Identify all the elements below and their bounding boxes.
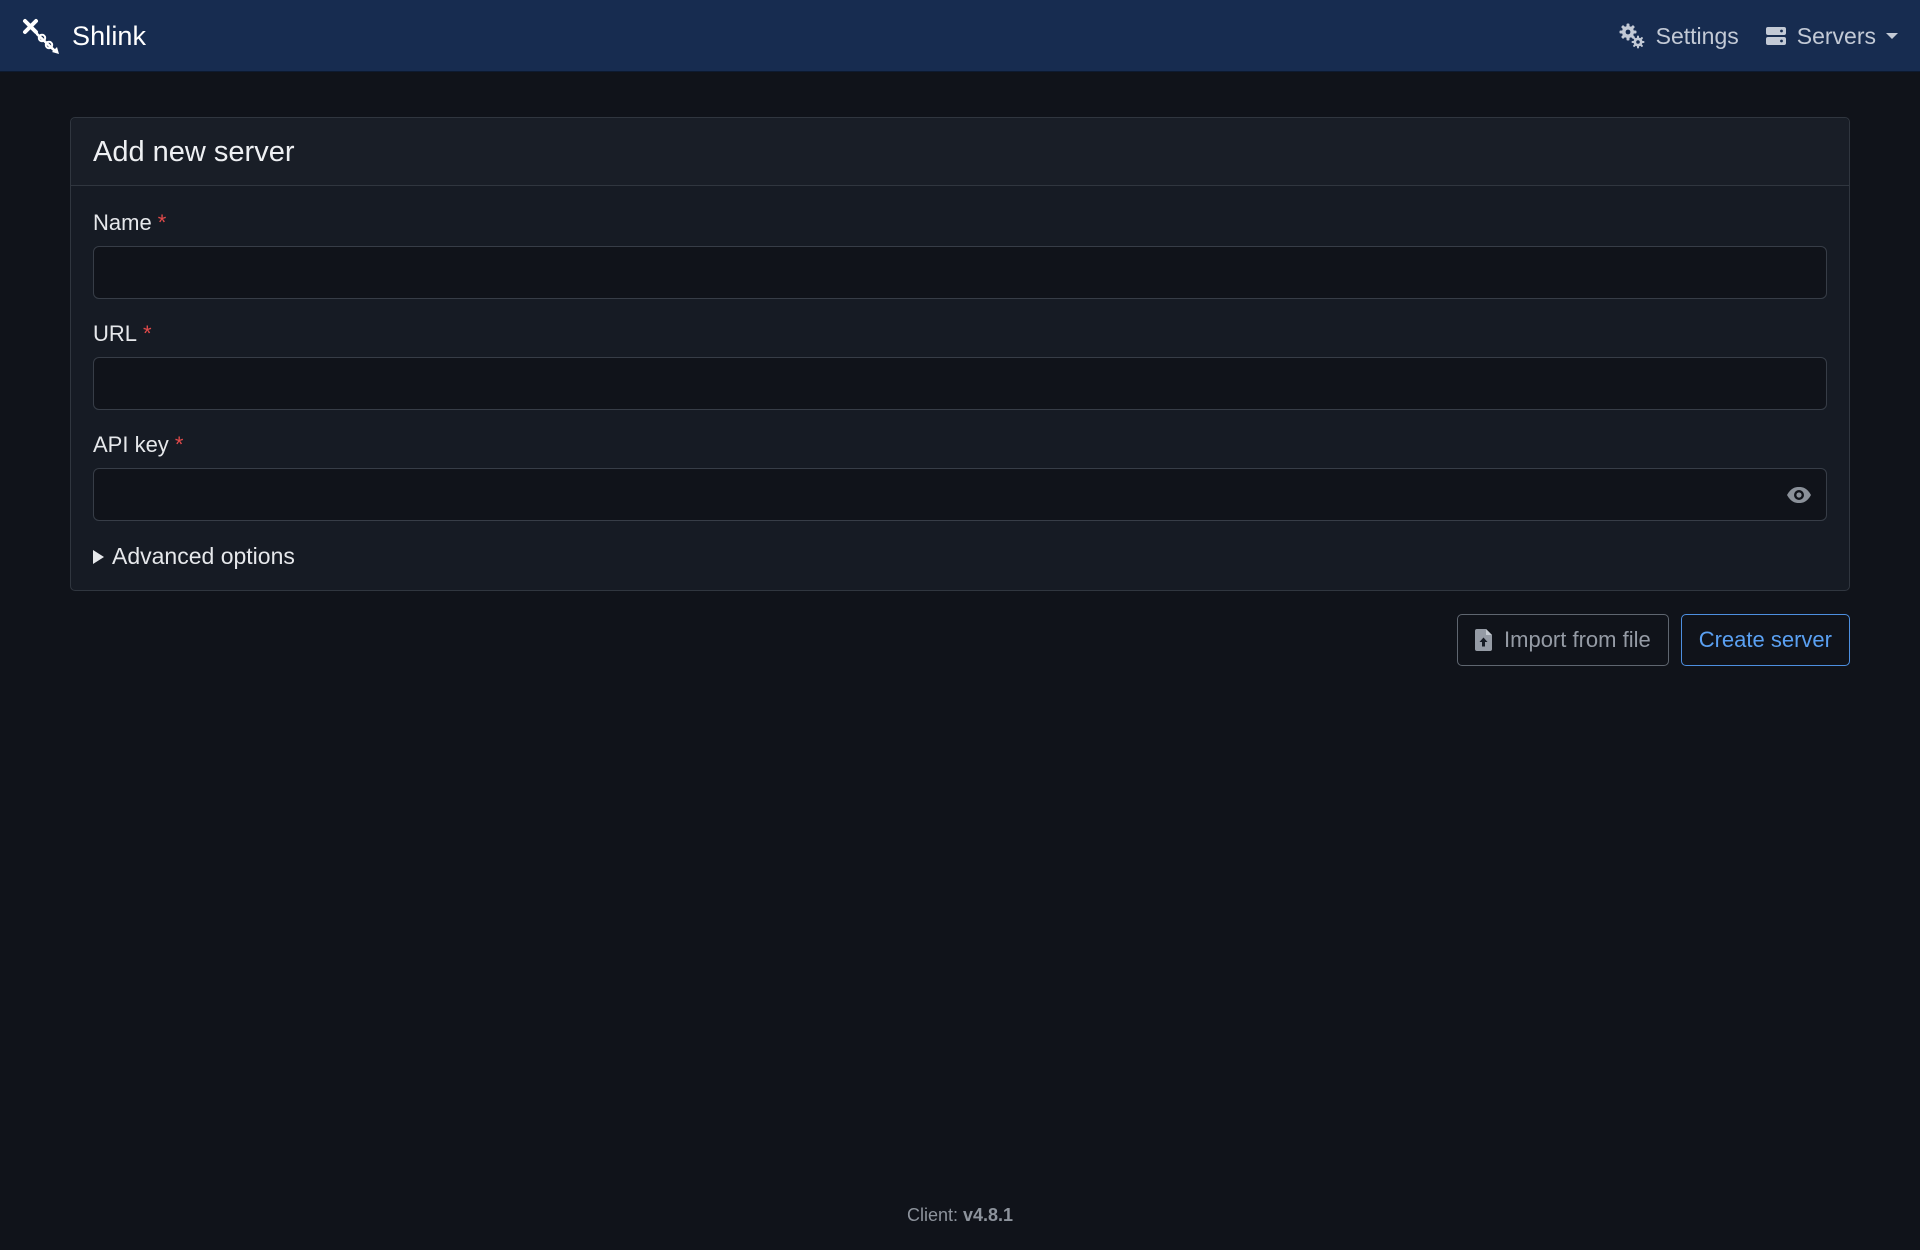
import-from-file-button[interactable]: Import from file [1457, 614, 1669, 666]
url-input[interactable] [93, 357, 1827, 410]
file-upload-icon [1475, 629, 1493, 651]
eye-icon [1787, 487, 1811, 503]
brand-name: Shlink [72, 20, 147, 51]
footer: Client: v4.8.1 [0, 1205, 1920, 1226]
required-marker: * [143, 321, 152, 346]
url-label-text: URL [93, 321, 138, 346]
servers-dropdown[interactable]: Servers [1765, 23, 1898, 50]
create-server-label: Create server [1698, 627, 1832, 652]
servers-label: Servers [1796, 22, 1876, 49]
settings-link[interactable]: Settings [1618, 22, 1739, 50]
toggle-visibility-button[interactable] [1785, 481, 1813, 509]
api-key-input-wrap [93, 468, 1827, 521]
navbar-menu: Settings Servers [1618, 18, 1898, 54]
advanced-options-toggle[interactable]: Advanced options [93, 543, 295, 570]
client-version: v4.8.1 [963, 1205, 1014, 1225]
form-actions: Import from file Create server [1457, 614, 1850, 666]
name-input-wrap [93, 246, 1827, 299]
triangle-right-icon [93, 549, 104, 564]
advanced-options-label: Advanced options [112, 543, 295, 569]
required-marker: * [174, 432, 184, 457]
required-marker: * [157, 210, 167, 235]
api-key-label-text: API key [93, 432, 169, 457]
server-icon [1765, 27, 1786, 45]
brand-link[interactable]: Shlink [22, 16, 146, 56]
name-label-text: Name [93, 210, 152, 235]
create-server-button[interactable]: Create server [1680, 614, 1850, 666]
top-navbar: Shlink Settings Servers [0, 0, 1920, 72]
page-title: Add new server [93, 136, 295, 168]
name-field-group: Name * [93, 210, 1827, 299]
gears-icon [1619, 23, 1645, 49]
settings-label: Settings [1655, 22, 1739, 49]
add-server-card: Add new server Name * URL * API key * Ad… [70, 117, 1850, 591]
shlink-logo-icon [23, 19, 59, 54]
api-key-field-group: API key * [93, 432, 1827, 521]
caret-down-icon [1886, 33, 1898, 39]
client-version-prefix: Client: [906, 1205, 958, 1225]
card-body: Name * URL * API key * Advanced options [71, 186, 1849, 570]
url-field-group: URL * [93, 321, 1827, 410]
url-label: URL * [93, 321, 1827, 347]
api-key-input[interactable] [93, 468, 1827, 521]
import-from-file-label: Import from file [1504, 627, 1651, 652]
card-header: Add new server [71, 118, 1849, 186]
name-label: Name * [93, 210, 1827, 236]
name-input[interactable] [93, 246, 1827, 299]
api-key-label: API key * [93, 432, 1827, 458]
url-input-wrap [93, 357, 1827, 410]
